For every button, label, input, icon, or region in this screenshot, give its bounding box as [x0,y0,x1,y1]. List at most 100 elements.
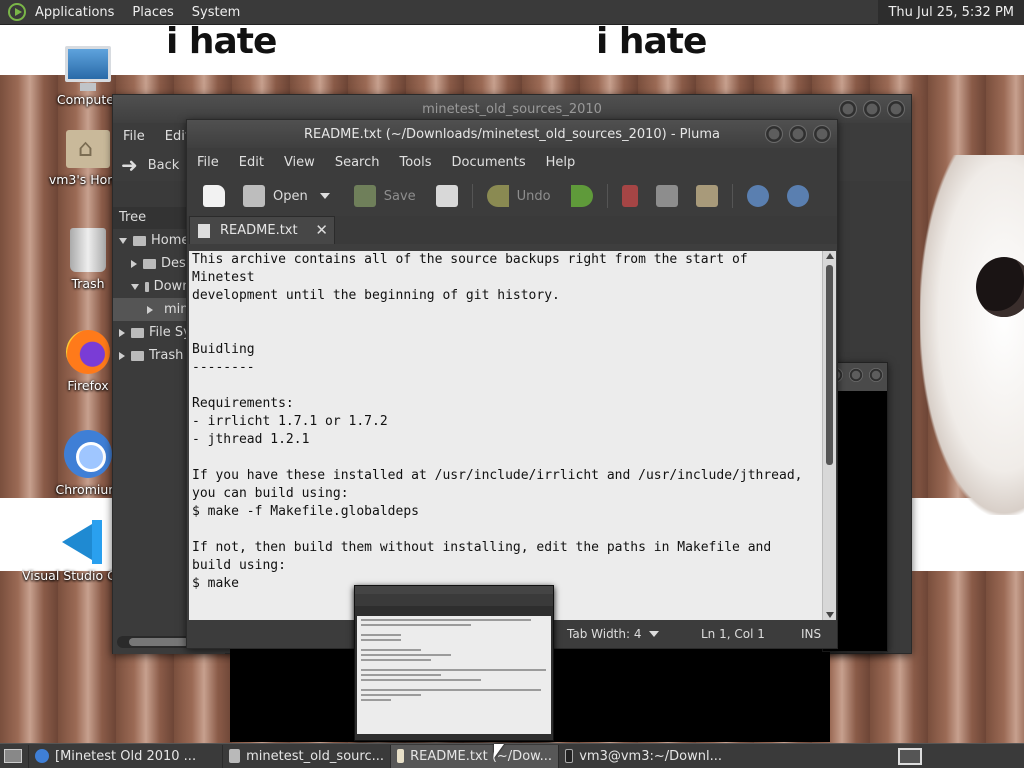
editor-line[interactable]: you can build using: [192,485,819,503]
expander-icon[interactable] [119,351,125,360]
maximize-icon[interactable] [789,125,807,143]
taskbar-item-minetest[interactable]: [Minetest Old 2010 ... [28,744,222,768]
new-document-icon[interactable] [203,185,225,207]
editor-line[interactable]: build using: [192,557,819,575]
toolbar-separator [731,184,733,208]
editor-line[interactable]: - irrlicht 1.7.1 or 1.7.2 [192,413,819,431]
menu-search[interactable]: Search [325,155,390,170]
editor-line[interactable]: If you have these installed at /usr/incl… [192,467,819,485]
editor-line[interactable]: Minetest [192,269,819,287]
expander-icon[interactable] [131,283,139,290]
pluma-titlebar[interactable]: README.txt (~/Downloads/minetest_old_sou… [187,120,837,148]
tab-width-selector[interactable]: Tab Width: 4 [567,627,673,641]
folder-icon [229,749,241,763]
expander-icon[interactable] [119,328,125,337]
scroll-down-icon[interactable] [826,612,834,618]
close-icon[interactable] [869,368,883,382]
menu-edit[interactable]: Edit [229,155,274,170]
menu-tools[interactable]: Tools [389,155,441,170]
expander-icon[interactable] [119,237,127,244]
scroll-up-icon[interactable] [826,253,834,259]
computer-icon [65,46,111,91]
editor-vertical-scrollbar[interactable] [822,251,836,621]
copy-icon[interactable] [655,185,678,207]
editor-line[interactable]: This archive contains all of the source … [192,251,819,269]
editor-line[interactable] [192,521,819,539]
editor-line[interactable]: If not, then build them without installi… [192,539,819,557]
editor-line[interactable] [192,305,819,323]
preview-toolbar [355,594,553,606]
document-icon [198,223,210,238]
preview-document [357,616,551,734]
find-icon[interactable] [746,185,769,207]
editor-line[interactable]: development until the beginning of git h… [192,287,819,305]
editor-line[interactable] [192,323,819,341]
editor-line[interactable] [192,449,819,467]
vscode-icon [60,520,104,564]
menu-help[interactable]: Help [536,155,586,170]
editor-line[interactable] [192,377,819,395]
undo-icon[interactable] [486,185,509,207]
chromium-icon [64,430,112,478]
save-icon[interactable] [353,185,376,207]
back-button[interactable]: Back [148,158,180,173]
workspace-switcher[interactable] [898,748,922,765]
find-replace-icon[interactable] [786,185,809,207]
redo-icon[interactable] [570,185,593,207]
maximize-icon[interactable] [863,100,881,118]
pluma-window[interactable]: README.txt (~/Downloads/minetest_old_sou… [186,119,838,649]
expander-icon[interactable] [147,305,153,314]
taskbar-item-label: [Minetest Old 2010 ... [55,748,197,764]
document-tabbar: README.txt ✕ [187,216,837,244]
cut-icon[interactable] [621,185,638,207]
chevron-down-icon [649,631,660,637]
menu-system[interactable]: System [183,5,249,20]
desktop-icon-label: Visual Studio Code [22,568,118,583]
toolbar-separator [471,184,473,208]
taskbar-item-label: README.txt (~/Dow... [410,748,552,764]
tree-item-label: Home [151,233,190,248]
menu-file[interactable]: File [187,155,229,170]
menu-view[interactable]: View [274,155,325,170]
menu-documents[interactable]: Documents [442,155,536,170]
preview-menubar [355,586,553,594]
taskbar-item-pluma[interactable]: README.txt (~/Dow... [390,744,558,768]
show-desktop-icon[interactable] [4,749,22,763]
menu-places[interactable]: Places [123,5,182,20]
paste-icon[interactable] [695,185,718,207]
menu-applications[interactable]: Applications [26,5,123,20]
editor-line[interactable]: Buidling [192,341,819,359]
taskbar-item-label: vm3@vm3:~/Downl... [579,748,722,764]
editor-line[interactable]: Requirements: [192,395,819,413]
cursor-position: Ln 1, Col 1 [701,627,765,641]
mate-logo-icon[interactable] [8,3,26,21]
pluma-menubar: File Edit View Search Tools Documents He… [187,148,837,176]
taskbar-item-terminal[interactable]: vm3@vm3:~/Downl... [558,744,728,768]
minimize-icon[interactable] [839,100,857,118]
editor-line[interactable]: -------- [192,359,819,377]
close-icon[interactable] [813,125,831,143]
open-button[interactable]: Open [273,189,308,204]
fm-menu-file[interactable]: File [113,129,155,144]
drive-icon [131,327,144,338]
editor-line[interactable]: $ make -f Makefile.globaldeps [192,503,819,521]
document-tab[interactable]: README.txt ✕ [189,216,335,244]
undo-button[interactable]: Undo [517,189,551,204]
back-arrow-icon[interactable]: ➜ [121,153,138,177]
text-editor[interactable]: This archive contains all of the source … [189,251,823,621]
save-button[interactable]: Save [384,189,416,204]
maximize-icon[interactable] [849,368,863,382]
expander-icon[interactable] [131,259,137,268]
clock[interactable]: Thu Jul 25, 5:32 PM [878,0,1024,25]
close-tab-icon[interactable]: ✕ [315,221,328,239]
print-icon[interactable] [435,185,458,207]
open-recent-dropdown-icon[interactable] [319,193,330,199]
open-icon[interactable] [243,185,265,207]
bottom-taskbar: [Minetest Old 2010 ... minetest_old_sour… [0,743,1024,768]
scrollbar-thumb[interactable] [826,265,833,465]
close-icon[interactable] [887,100,905,118]
window-preview-thumbnail[interactable] [354,585,554,741]
minimize-icon[interactable] [765,125,783,143]
editor-line[interactable]: - jthread 1.2.1 [192,431,819,449]
taskbar-item-file-manager[interactable]: minetest_old_sourc... [222,744,390,768]
